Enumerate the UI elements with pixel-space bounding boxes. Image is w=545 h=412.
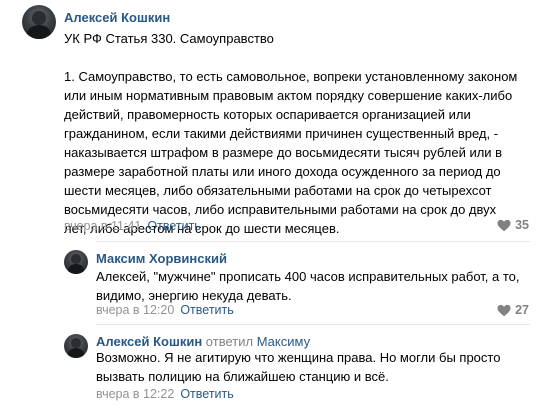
comment-text-line: восьмидесяти часов, либо исправительными… bbox=[64, 202, 497, 217]
comment-2: Максим Хорвинский Алексей, "мужчине" про… bbox=[0, 241, 545, 325]
comment-author[interactable]: Алексей Кошкин ответил Максиму bbox=[96, 334, 310, 349]
heart-icon bbox=[497, 304, 511, 316]
comment-text-line: вызвать полицию на ближайшею станцию и в… bbox=[96, 369, 389, 384]
comment-text-spacer bbox=[64, 48, 517, 67]
comment-3: Алексей Кошкин ответил Максиму Возможно.… bbox=[0, 324, 545, 412]
comment-text: Алексей, "мужчине" прописать 400 часов и… bbox=[96, 267, 520, 305]
reply-button[interactable]: Ответить bbox=[147, 219, 200, 233]
replied-to-link[interactable]: Максиму bbox=[257, 334, 310, 349]
like-button[interactable]: 35 bbox=[497, 218, 529, 232]
reply-button[interactable]: Ответить bbox=[180, 387, 233, 401]
comment-text-line: размере заработной платы или иного доход… bbox=[64, 164, 501, 179]
heart-icon bbox=[497, 219, 511, 231]
comment-text-line: УК РФ Статья 330. Самоуправство bbox=[64, 31, 274, 46]
replied-to: ответил Максиму bbox=[206, 334, 310, 349]
like-count: 27 bbox=[515, 303, 529, 317]
comment-author-name[interactable]: Алексей Кошкин bbox=[96, 334, 202, 349]
comment-meta: вчера в 12:22 Ответить bbox=[96, 387, 234, 401]
comment-author[interactable]: Алексей Кошкин bbox=[64, 10, 170, 25]
comment-text-line: действий, правомерность которых оспарива… bbox=[64, 107, 471, 122]
replied-prefix: ответил bbox=[205, 334, 254, 349]
comment-meta: вчера в 12:20 Ответить bbox=[96, 303, 234, 317]
comment-text-line: 1. Самоуправство, то есть самовольное, в… bbox=[64, 69, 518, 84]
comment-text: Возможно. Я не агитирую что женщина прав… bbox=[96, 348, 500, 386]
like-button[interactable]: 27 bbox=[497, 303, 529, 317]
like-count: 35 bbox=[515, 218, 529, 232]
comment-timestamp[interactable]: вчера в 11:41 bbox=[64, 219, 141, 233]
comment-timestamp[interactable]: вчера в 12:20 bbox=[96, 303, 174, 317]
comment-author[interactable]: Максим Хорвинский bbox=[96, 251, 227, 266]
comment-text: УК РФ Статья 330. Самоуправство 1. Самоу… bbox=[64, 29, 517, 238]
avatar[interactable] bbox=[64, 334, 88, 358]
avatar[interactable] bbox=[22, 5, 56, 39]
comment-1: Алексей Кошкин УК РФ Статья 330. Самоупр… bbox=[0, 0, 545, 240]
comment-timestamp[interactable]: вчера в 12:22 bbox=[96, 387, 174, 401]
comment-text-line: гражданином, если такими действиями прич… bbox=[64, 126, 499, 141]
comment-text-line: шести месяцев, либо обязательными работа… bbox=[64, 183, 492, 198]
comment-text-line: или иным нормативным правовым актом поря… bbox=[64, 88, 513, 103]
comment-text-line: Возможно. Я не агитирую что женщина прав… bbox=[96, 350, 501, 365]
comment-text-line: наказывается штрафом в размере до восьми… bbox=[64, 145, 503, 160]
comment-text-line: Алексей, "мужчине" прописать 400 часов и… bbox=[96, 269, 520, 284]
avatar[interactable] bbox=[64, 250, 88, 274]
comment-meta: вчера в 11:41 Ответить bbox=[64, 219, 201, 233]
reply-button[interactable]: Ответить bbox=[180, 303, 233, 317]
